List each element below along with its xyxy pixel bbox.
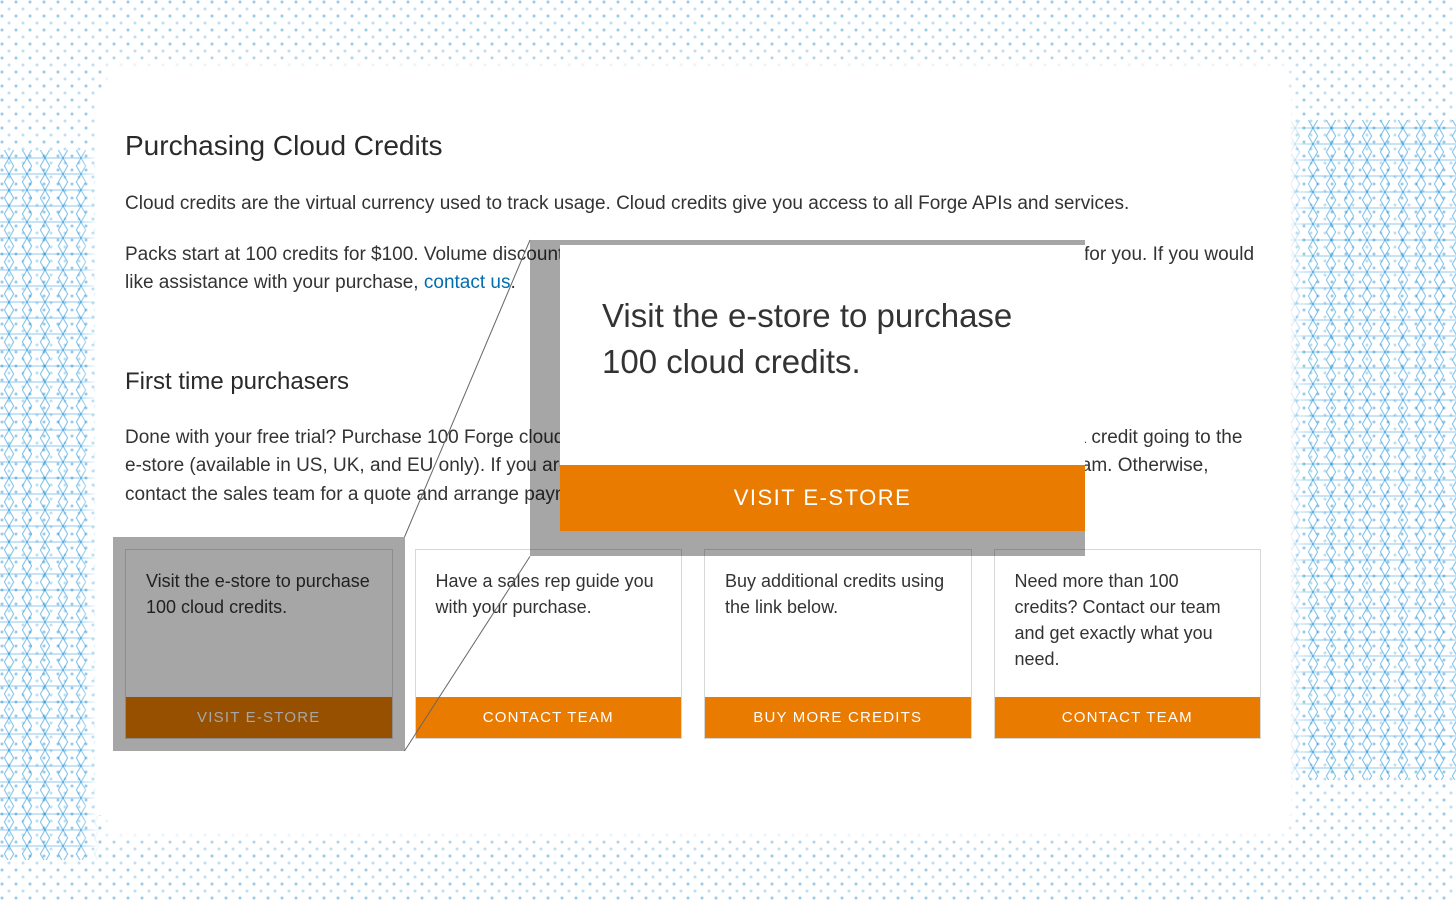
zoom-popup: Visit the e-store to purchase 100 cloud … [560, 245, 1085, 531]
contact-team-button-2[interactable]: CONTACT TEAM [995, 697, 1261, 738]
visit-estore-button[interactable]: VISIT E-STORE [126, 697, 392, 738]
contact-us-link[interactable]: contact us [424, 272, 511, 293]
card-contact-team-2: Need more than 100 credits? Contact our … [994, 549, 1262, 739]
card-buy-more-credits: Buy additional credits using the link be… [704, 549, 972, 739]
card-body: Buy additional credits using the link be… [705, 550, 971, 697]
card-body: Have a sales rep guide you with your pur… [416, 550, 682, 697]
buy-more-credits-button[interactable]: BUY MORE CREDITS [705, 697, 971, 738]
zoom-body-text: Visit the e-store to purchase 100 cloud … [560, 245, 1085, 465]
decorative-pattern-left [0, 150, 100, 860]
decorative-pattern-right [1286, 120, 1456, 780]
card-visit-estore: Visit the e-store to purchase 100 cloud … [125, 549, 393, 739]
page-title: Purchasing Cloud Credits [125, 130, 1261, 162]
intro-paragraph-1: Cloud credits are the virtual currency u… [125, 190, 1261, 219]
cards-row: Visit the e-store to purchase 100 cloud … [125, 549, 1261, 739]
zoom-visit-estore-button[interactable]: VISIT E-STORE [560, 465, 1085, 531]
contact-team-button[interactable]: CONTACT TEAM [416, 697, 682, 738]
card-contact-team-1: Have a sales rep guide you with your pur… [415, 549, 683, 739]
card-body: Visit the e-store to purchase 100 cloud … [126, 550, 392, 697]
card-body: Need more than 100 credits? Contact our … [995, 550, 1261, 697]
